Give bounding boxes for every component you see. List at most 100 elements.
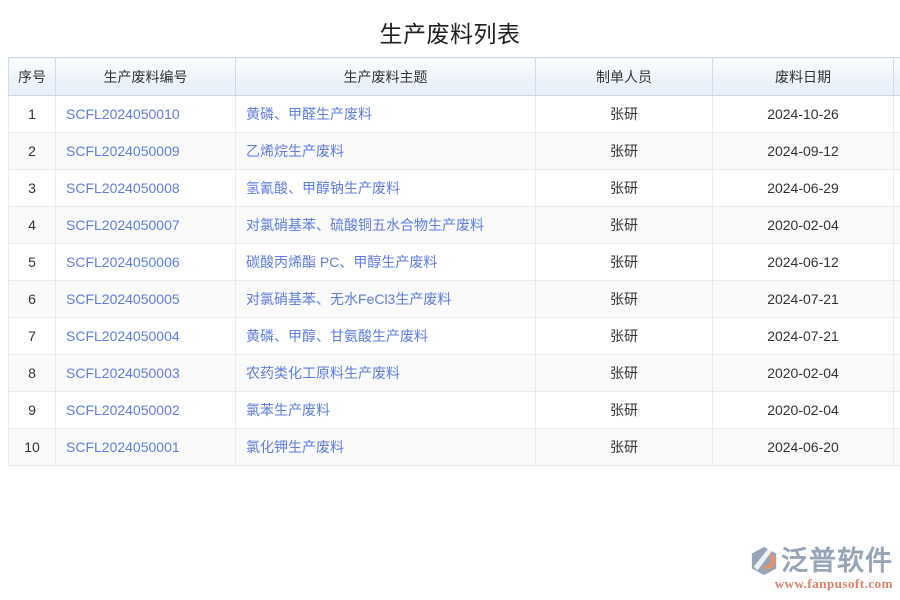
table-row: 8 SCFL2024050003 农药类化工原料生产废料 张研 2020-02-…	[9, 355, 900, 392]
table-row: 2 SCFL2024050009 乙烯烷生产废料 张研 2024-09-12	[9, 133, 900, 170]
vendor-brand-row: 泛普软件	[750, 546, 893, 576]
column-header-code: 生产废料编号	[56, 58, 236, 96]
waste-code-link[interactable]: SCFL2024050007	[66, 217, 180, 233]
column-header-no: 序号	[9, 58, 56, 96]
vendor-url: www.fanpusoft.com	[750, 577, 893, 590]
cell-waste-subject: 黄磷、甲醛生产废料	[236, 96, 536, 133]
cell-waste-code: SCFL2024050004	[56, 318, 236, 355]
cell-waste-code: SCFL2024050009	[56, 133, 236, 170]
cell-waste-date: 2024-07-21	[713, 281, 894, 318]
cell-extra	[894, 96, 900, 133]
cell-extra	[894, 318, 900, 355]
table-row: 10 SCFL2024050001 氯化钾生产废料 张研 2024-06-20	[9, 429, 900, 466]
cell-creator: 张研	[536, 355, 713, 392]
cell-creator: 张研	[536, 170, 713, 207]
cell-extra	[894, 133, 900, 170]
cell-row-number: 8	[9, 355, 56, 392]
column-header-date: 废料日期	[713, 58, 894, 96]
cell-waste-code: SCFL2024050008	[56, 170, 236, 207]
waste-subject-link[interactable]: 农药类化工原料生产废料	[246, 365, 400, 381]
waste-subject-link[interactable]: 氯化钾生产废料	[246, 439, 344, 455]
cell-extra	[894, 281, 900, 318]
table-row: 9 SCFL2024050002 氯苯生产废料 张研 2020-02-04	[9, 392, 900, 429]
cell-creator: 张研	[536, 429, 713, 466]
cell-waste-code: SCFL2024050007	[56, 207, 236, 244]
waste-code-link[interactable]: SCFL2024050009	[66, 143, 180, 159]
cell-row-number: 10	[9, 429, 56, 466]
fanpu-logo-icon	[750, 546, 780, 576]
cell-waste-date: 2024-10-26	[713, 96, 894, 133]
cell-waste-code: SCFL2024050001	[56, 429, 236, 466]
cell-row-number: 7	[9, 318, 56, 355]
cell-row-number: 4	[9, 207, 56, 244]
cell-creator: 张研	[536, 392, 713, 429]
cell-waste-subject: 碳酸丙烯酯 PC、甲醇生产废料	[236, 244, 536, 281]
waste-subject-link[interactable]: 对氯硝基苯、硫酸铜五水合物生产废料	[246, 217, 484, 233]
cell-waste-subject: 氯苯生产废料	[236, 392, 536, 429]
cell-waste-subject: 对氯硝基苯、硫酸铜五水合物生产废料	[236, 207, 536, 244]
cell-row-number: 9	[9, 392, 56, 429]
waste-subject-link[interactable]: 黄磷、甲醛生产废料	[246, 106, 372, 122]
cell-waste-date: 2020-02-04	[713, 207, 894, 244]
table-row: 3 SCFL2024050008 氢氰酸、甲醇钠生产废料 张研 2024-06-…	[9, 170, 900, 207]
cell-creator: 张研	[536, 96, 713, 133]
column-header-extra	[894, 58, 900, 96]
cell-creator: 张研	[536, 281, 713, 318]
cell-waste-date: 2024-07-21	[713, 318, 894, 355]
cell-waste-subject: 黄磷、甲醇、甘氨酸生产废料	[236, 318, 536, 355]
cell-creator: 张研	[536, 133, 713, 170]
waste-subject-link[interactable]: 氯苯生产废料	[246, 402, 330, 418]
waste-subject-link[interactable]: 碳酸丙烯酯 PC、甲醇生产废料	[246, 254, 437, 270]
waste-code-link[interactable]: SCFL2024050005	[66, 291, 180, 307]
cell-creator: 张研	[536, 318, 713, 355]
cell-row-number: 1	[9, 96, 56, 133]
cell-waste-subject: 乙烯烷生产废料	[236, 133, 536, 170]
cell-creator: 张研	[536, 244, 713, 281]
cell-waste-code: SCFL2024050005	[56, 281, 236, 318]
cell-waste-subject: 农药类化工原料生产废料	[236, 355, 536, 392]
cell-waste-code: SCFL2024050010	[56, 96, 236, 133]
table-body: 1 SCFL2024050010 黄磷、甲醛生产废料 张研 2024-10-26…	[9, 96, 900, 466]
cell-extra	[894, 429, 900, 466]
cell-waste-date: 2024-06-12	[713, 244, 894, 281]
waste-code-link[interactable]: SCFL2024050006	[66, 254, 180, 270]
waste-code-link[interactable]: SCFL2024050010	[66, 106, 180, 122]
waste-table-wrap: 序号 生产废料编号 生产废料主题 制单人员 废料日期 1 SCFL2024050…	[8, 57, 900, 466]
header-row: 序号 生产废料编号 生产废料主题 制单人员 废料日期	[9, 58, 900, 96]
cell-waste-subject: 氢氰酸、甲醇钠生产废料	[236, 170, 536, 207]
vendor-watermark: 泛普软件 www.fanpusoft.com	[750, 546, 893, 590]
cell-waste-date: 2020-02-04	[713, 355, 894, 392]
waste-code-link[interactable]: SCFL2024050002	[66, 402, 180, 418]
cell-waste-subject: 氯化钾生产废料	[236, 429, 536, 466]
page-title: 生产废料列表	[0, 15, 900, 49]
cell-extra	[894, 170, 900, 207]
waste-code-link[interactable]: SCFL2024050004	[66, 328, 180, 344]
cell-row-number: 2	[9, 133, 56, 170]
cell-row-number: 3	[9, 170, 56, 207]
cell-extra	[894, 392, 900, 429]
waste-code-link[interactable]: SCFL2024050003	[66, 365, 180, 381]
waste-table: 序号 生产废料编号 生产废料主题 制单人员 废料日期 1 SCFL2024050…	[8, 57, 900, 466]
cell-waste-date: 2024-06-20	[713, 429, 894, 466]
cell-waste-code: SCFL2024050002	[56, 392, 236, 429]
table-row: 1 SCFL2024050010 黄磷、甲醛生产废料 张研 2024-10-26	[9, 96, 900, 133]
waste-subject-link[interactable]: 氢氰酸、甲醇钠生产废料	[246, 180, 400, 196]
table-row: 5 SCFL2024050006 碳酸丙烯酯 PC、甲醇生产废料 张研 2024…	[9, 244, 900, 281]
cell-row-number: 5	[9, 244, 56, 281]
waste-subject-link[interactable]: 黄磷、甲醇、甘氨酸生产废料	[246, 328, 428, 344]
cell-waste-date: 2024-09-12	[713, 133, 894, 170]
waste-subject-link[interactable]: 乙烯烷生产废料	[246, 143, 344, 159]
vendor-brand-name: 泛普软件	[781, 548, 893, 575]
waste-subject-link[interactable]: 对氯硝基苯、无水FeCl3生产废料	[246, 291, 451, 307]
table-row: 6 SCFL2024050005 对氯硝基苯、无水FeCl3生产废料 张研 20…	[9, 281, 900, 318]
cell-extra	[894, 355, 900, 392]
waste-code-link[interactable]: SCFL2024050008	[66, 180, 180, 196]
cell-waste-date: 2020-02-04	[713, 392, 894, 429]
cell-extra	[894, 244, 900, 281]
cell-waste-subject: 对氯硝基苯、无水FeCl3生产废料	[236, 281, 536, 318]
cell-waste-code: SCFL2024050006	[56, 244, 236, 281]
table-row: 7 SCFL2024050004 黄磷、甲醇、甘氨酸生产废料 张研 2024-0…	[9, 318, 900, 355]
table-row: 4 SCFL2024050007 对氯硝基苯、硫酸铜五水合物生产废料 张研 20…	[9, 207, 900, 244]
waste-code-link[interactable]: SCFL2024050001	[66, 439, 180, 455]
column-header-creator: 制单人员	[536, 58, 713, 96]
